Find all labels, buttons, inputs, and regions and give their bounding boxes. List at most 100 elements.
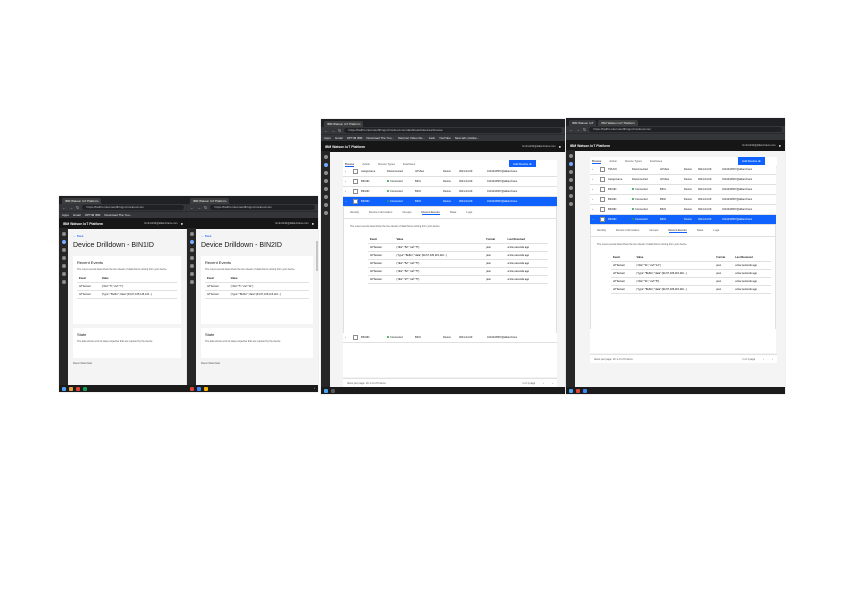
tab-logs[interactable]: Logs [713, 228, 719, 233]
browser-tab[interactable]: IBM Watson IoT Platform [598, 120, 638, 126]
row-checkbox[interactable] [600, 197, 605, 202]
devices-nav-icon[interactable] [189, 240, 194, 244]
table-row[interactable]: IoTSensor {"dist":"52","val":"5"} json a fe… [368, 259, 548, 268]
row-checkbox[interactable] [353, 199, 358, 204]
add-device-button[interactable]: Add Device ⊕ [738, 157, 765, 165]
taskbar-app-icon[interactable] [76, 386, 80, 391]
account-icon[interactable]: ● [559, 144, 561, 149]
settings-nav-icon[interactable] [189, 272, 194, 276]
table-row[interactable]: › BIN2ID Connected BIN4 Device 0021-04-0… [343, 187, 557, 197]
security-nav-icon[interactable] [189, 264, 194, 268]
bookmark-item[interactable]: New tab | Adobe... [455, 136, 479, 140]
security-nav-icon[interactable] [323, 187, 328, 191]
bookmark-item[interactable]: Apps [324, 136, 331, 140]
apps-nav-icon[interactable] [189, 248, 194, 252]
apps-nav-icon[interactable] [61, 248, 66, 252]
table-row[interactable]: › TRUCK Disconnected IoTsSec Device 0021… [590, 165, 776, 175]
rules-nav-icon[interactable] [61, 256, 66, 260]
tab-interfaces[interactable]: Interfaces [650, 159, 662, 164]
account-icon[interactable]: ● [779, 143, 781, 148]
devices-nav-icon[interactable] [61, 240, 66, 244]
address-bar[interactable]: https://baiflm.internetofthings.ibmcloud… [82, 205, 184, 210]
tab-state[interactable]: State [697, 228, 704, 233]
items-per-page[interactable]: Items per page: 10 1–6 of 6 items [347, 382, 386, 385]
prev-page-icon[interactable]: ‹ [763, 358, 764, 361]
tab-state[interactable]: State [450, 210, 457, 215]
next-page-icon[interactable]: › [772, 358, 773, 361]
bookmark-item[interactable]: OPTIM IBM [347, 136, 363, 140]
tab-device-information[interactable]: Device Information [616, 228, 639, 233]
table-row[interactable]: › Assignname Disconnected IoTsSec Device… [590, 175, 776, 185]
tab-recent-events[interactable]: Recent Events [421, 210, 440, 215]
devices-nav-icon[interactable] [568, 162, 573, 166]
table-row[interactable]: IoTSensor {"dist":"5","val":"7"} [77, 282, 177, 291]
apps-nav-icon[interactable] [568, 170, 573, 174]
row-checkbox[interactable] [353, 179, 358, 184]
table-row[interactable]: › BIN1ID Connected BIN1 Device 0021-04-0… [343, 177, 557, 187]
forward-arrow-icon[interactable]: → [69, 204, 73, 211]
address-bar[interactable]: https://baiflm.internetofthings.ibmcloud… [210, 205, 315, 210]
back-arrow-icon[interactable]: ← [62, 204, 66, 211]
taskbar-app-icon[interactable] [190, 386, 194, 391]
bookmark-item[interactable]: Download The Yoo... [104, 213, 132, 217]
row-checkbox[interactable] [600, 187, 605, 192]
tab-identity[interactable]: Identity [350, 210, 359, 215]
table-row[interactable]: IoTSensor {"dist":"52","val":"5"} json a fe… [368, 243, 548, 252]
scrollbar[interactable] [316, 241, 318, 271]
expand-icon[interactable]: › [590, 208, 597, 211]
reload-icon[interactable]: ↻ [76, 204, 79, 211]
collapse-icon[interactable]: ⌄ [343, 200, 350, 203]
bookmark-item[interactable]: Apps [62, 213, 69, 217]
table-row[interactable]: IoTSensor {"type":"Buffer","data":[34,67,… [611, 269, 771, 278]
expand-icon[interactable]: › [343, 190, 350, 193]
bookmark-item[interactable]: Sanrinet Video Ru... [398, 136, 425, 140]
forward-arrow-icon[interactable]: → [197, 204, 201, 211]
account-icon[interactable]: ● [181, 221, 183, 226]
table-row[interactable]: IoTSensor {"type":"Buffer","data":[34,67,… [368, 251, 548, 260]
tab-browse[interactable]: Browse [592, 159, 602, 164]
browser-tab[interactable]: IBM Watson IoT Platform [324, 121, 364, 127]
apps-nav-icon[interactable] [323, 171, 328, 175]
expand-icon[interactable]: › [343, 336, 350, 339]
row-checkbox[interactable] [600, 207, 605, 212]
page-indicator[interactable]: 1 of 1 page [742, 358, 755, 361]
row-checkbox[interactable] [600, 177, 605, 182]
row-checkbox[interactable] [353, 169, 358, 174]
expand-icon[interactable]: › [590, 178, 597, 181]
back-arrow-icon[interactable]: ← [190, 204, 194, 211]
security-nav-icon[interactable] [61, 264, 66, 268]
bookmark-item[interactable]: Jack [429, 136, 435, 140]
security-nav-icon[interactable] [568, 186, 573, 190]
table-row[interactable]: IoTSensor {"dist":"5","val":"11"} [205, 282, 309, 291]
table-row[interactable]: IoTSensor {"type":"Buffer","data":[34,67,… [205, 290, 309, 299]
taskbar-app-icon[interactable] [583, 388, 587, 393]
bookmark-item[interactable]: Gmail [335, 136, 343, 140]
start-icon[interactable] [569, 388, 573, 393]
reload-icon[interactable]: ↻ [204, 204, 207, 211]
bookmark-item[interactable]: YouTube [439, 136, 451, 140]
back-link[interactable]: ← Back [201, 234, 313, 238]
taskbar-app-icon[interactable] [197, 386, 201, 391]
row-checkbox[interactable] [600, 167, 605, 172]
browser-tab[interactable]: IBM Watson IoT Platform [62, 198, 102, 204]
tab-logs[interactable]: Logs [466, 210, 472, 215]
address-bar[interactable]: https://baiflm.internetofthings.ibmcloud… [344, 128, 562, 133]
tab-recent-events[interactable]: Recent Events [668, 228, 687, 233]
back-arrow-icon[interactable]: ← [569, 126, 573, 133]
menu-icon[interactable] [568, 154, 573, 158]
table-row[interactable]: IoTSensor {"dist":"11","val":"12"} json a f… [611, 261, 771, 270]
bookmark-item[interactable]: Download The Yoo... [366, 136, 394, 140]
rules-nav-icon[interactable] [189, 256, 194, 260]
next-page-icon[interactable]: › [552, 382, 553, 385]
taskbar-app-icon[interactable] [204, 386, 208, 391]
usage-nav-icon[interactable] [189, 280, 194, 284]
browser-tab[interactable]: IBM Watson IoT Platform [190, 198, 230, 204]
usage-nav-icon[interactable] [568, 202, 573, 206]
menu-icon[interactable] [323, 155, 328, 159]
settings-nav-icon[interactable] [568, 194, 573, 198]
expand-icon[interactable]: › [590, 198, 597, 201]
back-arrow-icon[interactable]: ← [324, 127, 328, 134]
table-row[interactable]: IoTSensor {"dist":"52","val":"5"} json a fe… [368, 267, 548, 276]
tab-groups[interactable]: Groups [649, 228, 658, 233]
start-icon[interactable] [324, 388, 328, 393]
